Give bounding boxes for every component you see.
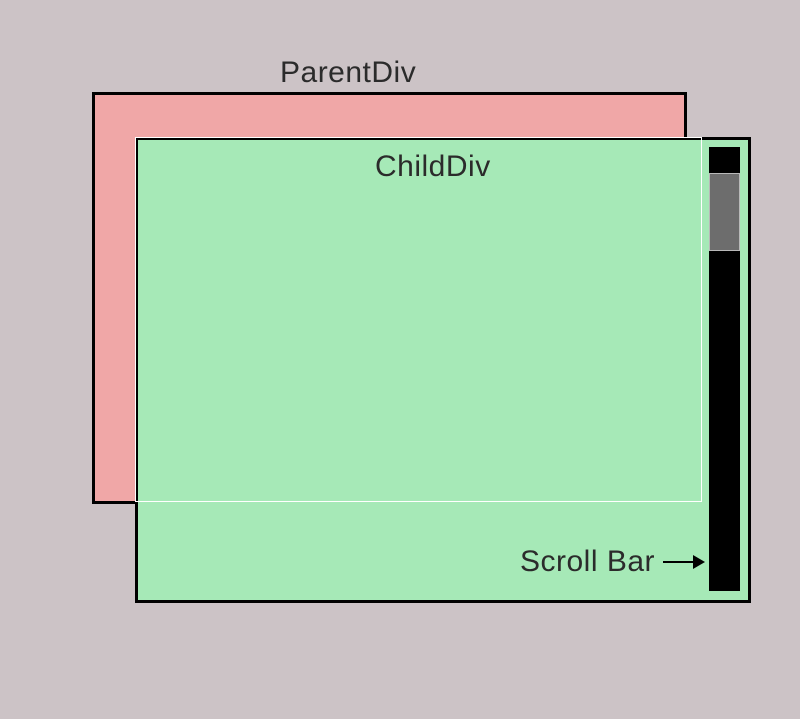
child-div-label: ChildDiv [375,150,491,184]
parent-div-label: ParentDiv [280,56,416,90]
scrollbar-thumb[interactable] [709,173,740,251]
scrollbar-label: Scroll Bar [520,545,703,579]
arrow-right-icon [663,561,703,563]
child-div-box [135,137,751,603]
scrollbar-label-text: Scroll Bar [520,545,655,579]
